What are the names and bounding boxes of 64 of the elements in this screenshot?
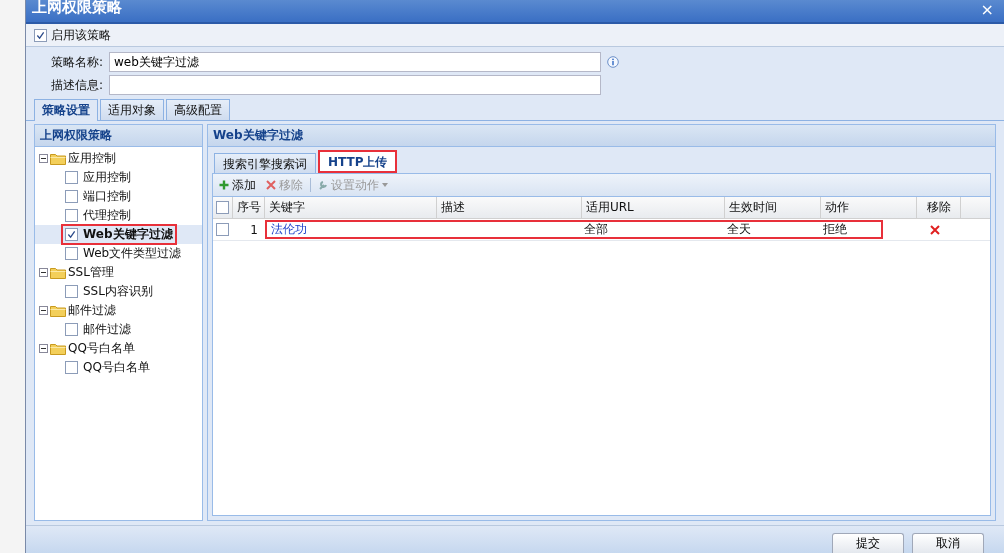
collapse-icon[interactable] xyxy=(39,344,48,353)
tab[interactable]: HTTP上传 xyxy=(318,150,398,173)
checkbox[interactable] xyxy=(65,228,78,241)
folder-icon xyxy=(50,304,66,317)
checkbox[interactable] xyxy=(65,285,78,298)
remove-icon[interactable] xyxy=(929,224,940,235)
checkbox[interactable] xyxy=(65,247,78,260)
checkbox[interactable] xyxy=(65,361,78,374)
collapse-icon[interactable] xyxy=(39,306,48,315)
column-header[interactable]: 移除 xyxy=(917,197,961,218)
column-header[interactable]: 适用URL xyxy=(582,197,725,218)
column-header[interactable]: 描述 xyxy=(437,197,582,218)
field-label: 描述信息: xyxy=(49,76,103,94)
tree-item[interactable]: 邮件过滤 xyxy=(83,321,131,338)
info-icon[interactable] xyxy=(607,56,619,68)
plus-icon xyxy=(219,180,229,190)
checkbox[interactable] xyxy=(65,171,78,184)
panel-title: 上网权限策略 xyxy=(35,125,202,147)
panel-title: Web关键字过滤 xyxy=(208,125,995,147)
checkbox[interactable] xyxy=(216,223,229,236)
tab[interactable]: 搜索引擎搜索词 xyxy=(214,153,316,173)
tree-item[interactable]: Web文件类型过滤 xyxy=(83,245,182,262)
dialog-button[interactable]: 提交 xyxy=(832,533,904,553)
toolbar-button[interactable]: 添加 xyxy=(216,176,259,194)
tab[interactable]: 策略设置 xyxy=(34,99,98,121)
tree-item[interactable]: 应用控制 xyxy=(83,169,131,186)
tree-item[interactable]: 代理控制 xyxy=(83,207,131,224)
tree-item[interactable]: SSL管理 xyxy=(68,264,114,281)
field-label: 策略名称: xyxy=(49,53,103,71)
collapse-icon[interactable] xyxy=(39,268,48,277)
cross-icon xyxy=(266,180,276,190)
folder-icon xyxy=(50,152,66,165)
dialog-button[interactable]: 取消 xyxy=(912,533,984,553)
table-cell-text: 拒绝 xyxy=(822,222,848,237)
tree-item[interactable]: QQ号白名单 xyxy=(83,359,150,376)
tree-item[interactable]: 端口控制 xyxy=(83,188,131,205)
close-button[interactable]: × xyxy=(980,0,1004,19)
collapse-icon[interactable] xyxy=(39,154,48,163)
wrench-icon xyxy=(318,180,328,190)
column-header[interactable]: 序号 xyxy=(233,197,265,218)
table-cell-text: 1 xyxy=(249,221,259,239)
tree-item[interactable]: 应用控制 xyxy=(68,150,116,167)
column-header[interactable]: 关键字 xyxy=(265,197,437,218)
keyword-link[interactable]: 法伦功 xyxy=(267,222,435,237)
tab[interactable]: 高级配置 xyxy=(166,99,230,120)
tree-item[interactable]: QQ号白名单 xyxy=(68,340,135,357)
tree-item[interactable]: SSL内容识别 xyxy=(83,283,153,300)
folder-icon xyxy=(50,266,66,279)
column-header[interactable]: 生效时间 xyxy=(725,197,821,218)
folder-icon xyxy=(50,342,66,355)
tree-item[interactable]: 邮件过滤 xyxy=(68,302,116,319)
input-field[interactable] xyxy=(109,75,601,95)
table-cell-text: 全部 xyxy=(583,222,609,237)
checkbox-label: 启用该策略 xyxy=(51,26,111,44)
input-field[interactable]: web关键字过滤 xyxy=(109,52,601,72)
checkbox[interactable] xyxy=(65,323,78,336)
checkbox[interactable] xyxy=(65,209,78,222)
caret-icon xyxy=(382,183,388,187)
checkbox[interactable] xyxy=(216,201,229,214)
tab[interactable]: 适用对象 xyxy=(100,99,164,120)
checkbox[interactable] xyxy=(65,190,78,203)
table-cell-text: 全天 xyxy=(726,222,752,237)
checkbox[interactable] xyxy=(34,28,47,42)
column-header[interactable]: 动作 xyxy=(821,197,917,218)
